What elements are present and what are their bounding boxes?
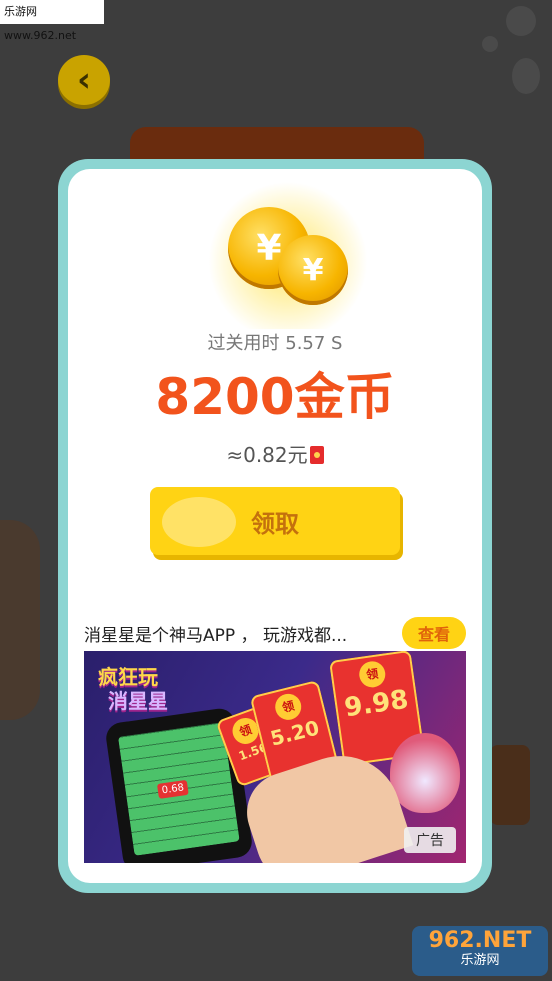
back-button[interactable]: ‹ [58, 55, 110, 105]
coin-reward-amount: 8200金币 [155, 368, 395, 426]
background-chest [490, 745, 530, 825]
watermark-text: 乐游网 [460, 953, 500, 968]
reward-dialog: ¥ ¥ 过关用时 5.57 S 8200金币 ≈0.82元 领取 消星星是个神马… [58, 159, 492, 893]
ad-header: 消星星是个神马APP ， 玩游戏都... 查看 [84, 617, 466, 649]
background-bubble [506, 6, 536, 36]
watermark-number: 962.NET [428, 928, 532, 953]
cash-equivalent: ≈0.82元 [68, 439, 482, 468]
ad-brand-logo: 疯狂玩 消星星 [98, 665, 168, 713]
ad-brand-line1: 疯狂玩 [98, 665, 158, 689]
ad-banner-image[interactable]: 疯狂玩 消星星 0.68 领 1.56 领 5.20 领 9.98 广告 [84, 651, 466, 863]
background-decoration [0, 520, 40, 720]
packet-char: 领 [357, 659, 387, 690]
claim-button[interactable]: 领取 [150, 487, 400, 555]
chevron-left-icon: ‹ [76, 60, 91, 100]
coin-icon: ¥ [278, 235, 348, 305]
coin-illustration: ¥ ¥ [198, 179, 378, 329]
packet-value: 9.98 [342, 684, 411, 724]
ad-badge: 广告 [404, 827, 456, 853]
packet-char: 领 [272, 691, 304, 723]
background-bubble [512, 58, 540, 94]
cash-equivalent-value: ≈0.82元 [226, 443, 308, 467]
red-packet-icon [309, 446, 324, 464]
view-ad-button[interactable]: 查看 [401, 617, 466, 649]
watermark-top-left: 乐游网 www.962.net [0, 0, 104, 42]
button-shine [162, 497, 236, 547]
packet-value: 5.20 [267, 715, 322, 751]
ad-brand-line2: 消星星 [108, 689, 168, 713]
claim-button-label: 领取 [251, 509, 299, 538]
level-time: 过关用时 5.57 S [207, 333, 343, 354]
reward-dialog-body: ¥ ¥ 过关用时 5.57 S 8200金币 ≈0.82元 领取 消星星是个神马… [68, 169, 482, 883]
watermark-bottom-right: 962.NET 乐游网 [412, 926, 548, 976]
background-bubble [482, 36, 498, 52]
bird-mascot [390, 733, 460, 813]
ad-title[interactable]: 消星星是个神马APP ， 玩游戏都... [84, 621, 347, 646]
